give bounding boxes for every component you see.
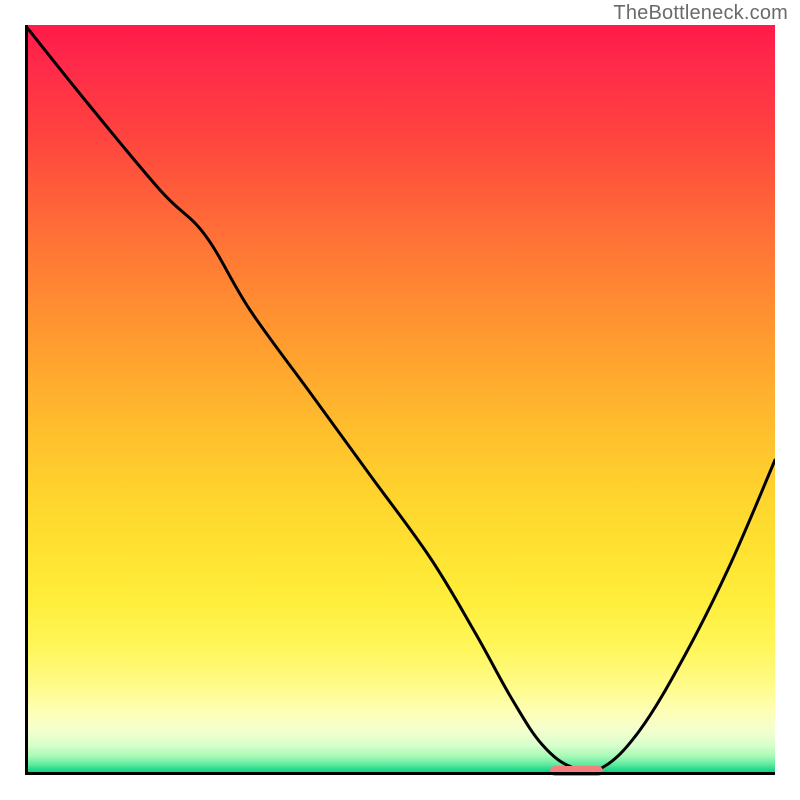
watermark-text: TheBottleneck.com	[613, 2, 788, 25]
optimal-range-marker	[550, 766, 603, 776]
bottleneck-curve	[25, 25, 775, 775]
chart-container	[25, 25, 775, 775]
